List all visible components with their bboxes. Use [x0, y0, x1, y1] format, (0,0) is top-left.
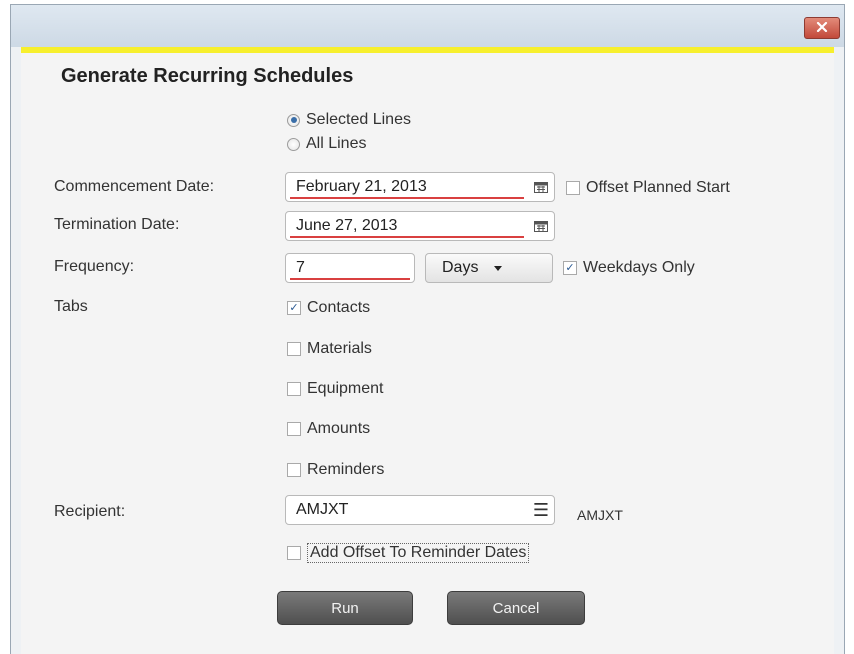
- checkbox-label: Offset Planned Start: [586, 179, 730, 196]
- tab-materials-checkbox[interactable]: Materials: [287, 340, 372, 358]
- frequency-label: Frequency:: [54, 258, 135, 275]
- frequency-unit-value: Days: [442, 259, 479, 276]
- frequency-unit-select[interactable]: Days: [425, 253, 553, 283]
- checkbox-label: Amounts: [307, 420, 371, 437]
- checkbox[interactable]: [287, 546, 301, 560]
- radio-button[interactable]: [287, 137, 300, 151]
- dialog-content: Generate Recurring Schedules Selected Li…: [21, 53, 834, 654]
- calendar-icon[interactable]: [528, 220, 554, 232]
- required-underline: [290, 236, 524, 238]
- recipient-label: Recipient:: [54, 503, 126, 520]
- title-bar: [11, 5, 844, 47]
- close-icon: [816, 19, 828, 37]
- frequency-input[interactable]: 7: [285, 253, 415, 283]
- chevron-down-icon: [494, 265, 503, 271]
- tab-amounts-checkbox[interactable]: Amounts: [287, 420, 370, 438]
- radio-all-lines[interactable]: All Lines: [287, 135, 366, 153]
- checkbox[interactable]: [287, 422, 301, 436]
- checkbox-label: Weekdays Only: [583, 259, 695, 276]
- commencement-date-label: Commencement Date:: [54, 178, 215, 195]
- checkbox-label: Add Offset To Reminder Dates: [307, 543, 530, 563]
- checkbox-label: Equipment: [307, 380, 384, 397]
- checkbox-label: Reminders: [307, 461, 385, 478]
- radio-button[interactable]: [287, 113, 300, 127]
- checkbox[interactable]: ✓: [287, 301, 301, 315]
- recipient-value: AMJXT: [296, 501, 349, 518]
- checkbox-label: Contacts: [307, 299, 371, 316]
- commencement-date-value: February 21, 2013: [296, 178, 427, 195]
- radio-label: Selected Lines: [306, 111, 411, 128]
- list-icon[interactable]: ☰: [528, 500, 554, 521]
- add-offset-reminder-checkbox[interactable]: Add Offset To Reminder Dates: [287, 543, 530, 563]
- checkbox[interactable]: [287, 382, 301, 396]
- checkbox[interactable]: [566, 181, 580, 195]
- checkbox[interactable]: ✓: [563, 261, 577, 275]
- recipient-display: AMJXT: [577, 507, 623, 523]
- dialog-window: Generate Recurring Schedules Selected Li…: [10, 4, 845, 654]
- cancel-button[interactable]: Cancel: [447, 591, 585, 625]
- commencement-date-field[interactable]: February 21, 2013: [285, 172, 555, 202]
- termination-date-label: Termination Date:: [54, 216, 180, 233]
- tab-contacts-checkbox[interactable]: ✓ Contacts: [287, 299, 370, 317]
- dialog-title: Generate Recurring Schedules: [61, 65, 354, 87]
- close-button[interactable]: [804, 17, 840, 39]
- run-button[interactable]: Run: [277, 591, 413, 625]
- frequency-value: 7: [296, 259, 305, 276]
- termination-date-field[interactable]: June 27, 2013: [285, 211, 555, 241]
- checkbox-label: Materials: [307, 340, 372, 357]
- tab-equipment-checkbox[interactable]: Equipment: [287, 380, 384, 398]
- radio-label: All Lines: [306, 135, 367, 152]
- required-underline: [290, 197, 524, 199]
- required-underline: [290, 278, 410, 280]
- recipient-field[interactable]: AMJXT ☰: [285, 495, 555, 525]
- termination-date-value: June 27, 2013: [296, 217, 398, 234]
- tab-reminders-checkbox[interactable]: Reminders: [287, 461, 384, 479]
- offset-planned-start-checkbox[interactable]: Offset Planned Start: [566, 179, 730, 197]
- tabs-label: Tabs: [54, 298, 88, 315]
- checkbox[interactable]: [287, 342, 301, 356]
- calendar-icon[interactable]: [528, 181, 554, 193]
- radio-selected-lines[interactable]: Selected Lines: [287, 111, 411, 129]
- checkbox[interactable]: [287, 463, 301, 477]
- weekdays-only-checkbox[interactable]: ✓ Weekdays Only: [563, 259, 695, 277]
